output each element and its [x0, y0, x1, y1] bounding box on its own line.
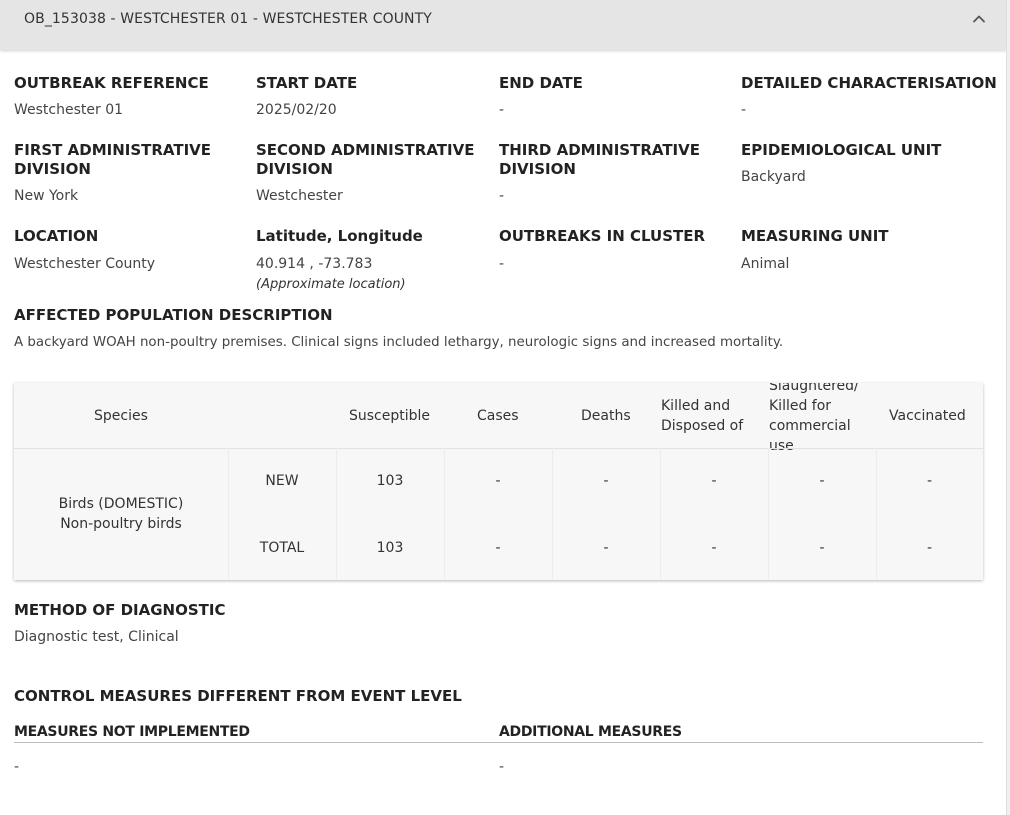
deaths-cell: -: [603, 473, 609, 489]
column-divider: [876, 448, 877, 580]
susceptible-cell: 103: [376, 540, 404, 556]
diagnostic-value: Diagnostic test, Clinical: [14, 629, 179, 645]
killed-header-line1: Killed and: [661, 398, 731, 414]
affected-population-value: A backyard WOAH non-poultry premises. Cl…: [14, 335, 784, 350]
vaccinated-header: Vaccinated: [889, 408, 966, 424]
first-admin-value: New York: [14, 188, 79, 204]
cases-cell: -: [495, 473, 501, 489]
deaths-cell: -: [603, 540, 609, 556]
third-admin-label-line2: DIVISION: [499, 160, 576, 178]
column-divider: [552, 448, 553, 580]
cases-cell: -: [495, 540, 501, 556]
slaughtered-header-line3: commercial: [769, 418, 851, 434]
row-type: NEW: [265, 473, 299, 489]
detailed-characterisation-label: DETAILED CHARACTERISATION: [741, 74, 997, 92]
control-measures-divider: [14, 742, 983, 743]
third-admin-value: -: [499, 188, 505, 204]
outbreaks-cluster-label: OUTBREAKS IN CLUSTER: [499, 227, 706, 245]
approximate-location-note: (Approximate location): [256, 277, 406, 292]
species-table: Species Susceptible Cases Deaths Killed …: [14, 383, 983, 580]
scrollbar-track[interactable]: [1006, 0, 1010, 815]
third-admin-label-line1: THIRD ADMINISTRATIVE: [499, 141, 700, 159]
outbreak-title: OB_153038 - WESTCHESTER 01 - WESTCHESTER…: [24, 11, 432, 27]
column-divider: [768, 448, 769, 580]
additional-measures-label: ADDITIONAL MEASURES: [499, 724, 682, 740]
slaughtered-header-line4: use: [769, 438, 794, 454]
additional-measures-value: -: [499, 759, 505, 775]
measuring-unit-value: Animal: [741, 256, 790, 272]
chevron-up-icon[interactable]: [971, 11, 987, 27]
lat-long-label: Latitude, Longitude: [256, 227, 423, 245]
killed-cell: -: [711, 540, 717, 556]
killed-header-line2: Disposed of: [661, 418, 744, 434]
measuring-unit-label: MEASURING UNIT: [741, 227, 889, 245]
vaccinated-cell: -: [926, 540, 933, 556]
detailed-characterisation-value: -: [741, 102, 747, 118]
epi-unit-label: EPIDEMIOLOGICAL UNIT: [741, 141, 942, 159]
measures-not-implemented-label: MEASURES NOT IMPLEMENTED: [14, 724, 250, 740]
slaughtered-header-line2: Killed for: [769, 398, 832, 414]
column-divider: [336, 448, 337, 580]
susceptible-header: Susceptible: [349, 408, 431, 424]
cases-header: Cases: [477, 408, 519, 424]
first-admin-label-line2: DIVISION: [14, 160, 91, 178]
end-date-label: END DATE: [499, 74, 583, 92]
location-value: Westchester County: [14, 256, 156, 272]
second-admin-value: Westchester: [256, 188, 343, 204]
outbreak-header[interactable]: OB_153038 - WESTCHESTER 01 - WESTCHESTER…: [0, 0, 1006, 50]
second-admin-label-line2: DIVISION: [256, 160, 333, 178]
column-divider: [660, 448, 661, 580]
diagnostic-label: METHOD OF DIAGNOSTIC: [14, 601, 226, 619]
slaughtered-cell: -: [819, 540, 825, 556]
species-name-line2: Non-poultry birds: [60, 516, 182, 532]
outbreaks-cluster-value: -: [499, 256, 505, 272]
column-divider: [444, 448, 445, 580]
deaths-header: Deaths: [581, 408, 631, 424]
slaughtered-header-line1: Slaughtered/: [769, 383, 859, 394]
lat-long-value: 40.914 , -73.783: [256, 256, 373, 272]
measures-not-implemented-value: -: [14, 759, 20, 775]
table-header-divider: [14, 448, 983, 449]
killed-cell: -: [711, 473, 717, 489]
outbreak-panel: OB_153038 - WESTCHESTER 01 - WESTCHESTER…: [0, 0, 1006, 815]
species-name-line1: Birds (DOMESTIC): [58, 496, 184, 512]
row-type: TOTAL: [259, 540, 305, 556]
outbreak-reference-label: OUTBREAK REFERENCE: [14, 74, 209, 92]
vaccinated-cell: -: [926, 473, 933, 489]
end-date-value: -: [499, 102, 505, 118]
susceptible-cell: 103: [376, 473, 404, 489]
first-admin-label-line1: FIRST ADMINISTRATIVE: [14, 141, 212, 159]
species-header: Species: [94, 408, 148, 424]
start-date-label: START DATE: [256, 74, 358, 92]
location-label: LOCATION: [14, 227, 99, 245]
second-admin-label-line1: SECOND ADMINISTRATIVE: [256, 141, 475, 159]
outbreak-reference-value: Westchester 01: [14, 102, 124, 118]
affected-population-label: AFFECTED POPULATION DESCRIPTION: [14, 306, 333, 324]
start-date-value: 2025/02/20: [256, 102, 337, 118]
control-measures-title: CONTROL MEASURES DIFFERENT FROM EVENT LE…: [14, 687, 462, 705]
column-divider: [228, 448, 229, 580]
slaughtered-cell: -: [819, 473, 825, 489]
epi-unit-value: Backyard: [741, 169, 806, 185]
